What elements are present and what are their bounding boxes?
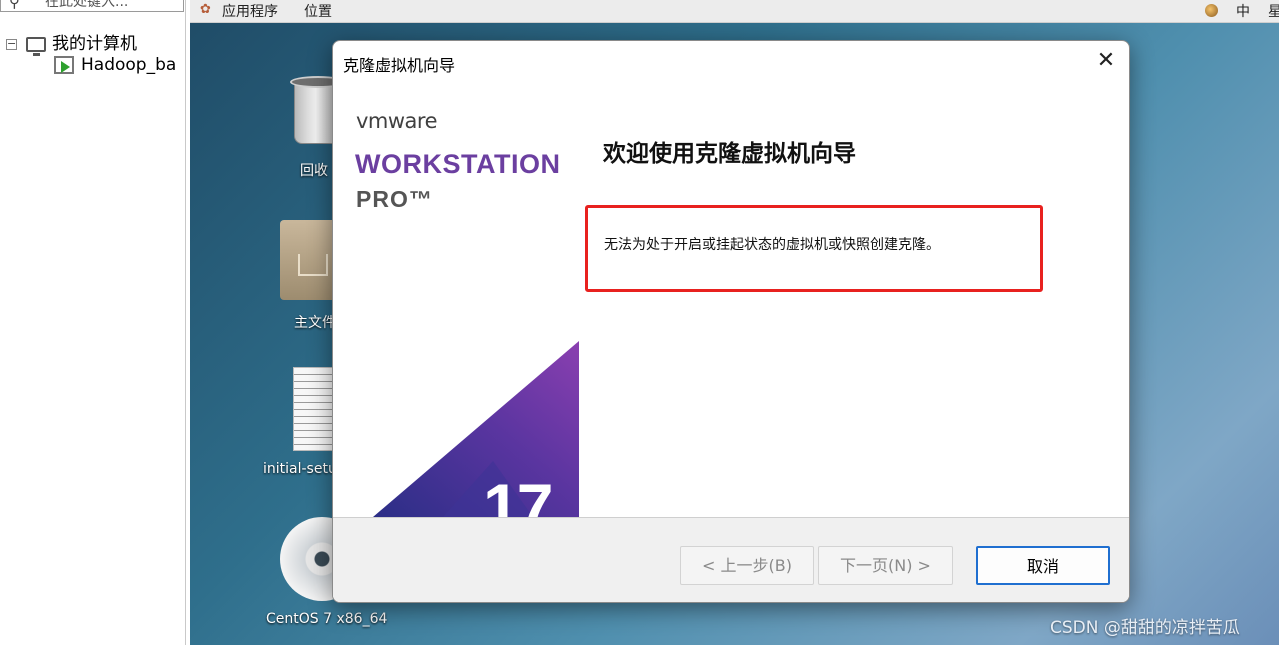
chevron-down-icon[interactable]: ▾ [172,0,177,2]
tree-item-label: Hadoop_ba [81,55,177,75]
error-message: 无法为处于开启或挂起状态的虚拟机或快照创建克隆。 [604,237,940,253]
wizard-heading: 欢迎使用克隆虚拟机向导 [603,140,856,167]
collapse-icon[interactable]: − [6,38,17,50]
search-icon: ⚲ [9,0,20,11]
product-name: WORKSTATION [355,149,561,179]
highlighted-message-box: 无法为处于开启或挂起状态的虚拟机或快照创建克隆。 [585,205,1043,292]
document-icon [293,367,337,451]
desktop-icon-label: 主文件 [294,315,336,331]
library-search-input[interactable]: ⚲ 在此处键入... ▾ [0,0,184,12]
vmware-logo: vmware [356,109,438,133]
dialog-titlebar[interactable]: 克隆虚拟机向导 ✕ [333,41,1129,83]
back-button[interactable]: < 上一步(B) [680,546,814,585]
brand-panel: vmware WORKSTATION PRO™ 17 [333,83,579,517]
tree-item-label: 我的计算机 [52,34,137,54]
input-method-indicator[interactable]: 中 [1236,1,1250,21]
library-search-placeholder: 在此处键入... [45,0,129,10]
desktop-icon-label: CentOS 7 x86_64 [266,611,388,627]
cancel-button[interactable]: 取消 [976,546,1110,585]
tree-item-my-computer[interactable]: − 我的计算机 [6,29,137,56]
running-vm-icon [54,56,74,74]
applications-menu[interactable]: 应用程序 [222,1,278,21]
tray-icon[interactable] [1205,4,1218,17]
desktop-icon-label: initial-setu [263,461,337,477]
close-icon[interactable]: ✕ [1090,47,1122,77]
home-folder-icon [280,220,340,300]
clock-label[interactable]: 星 [1268,1,1279,21]
tree-item-vm[interactable]: Hadoop_ba [54,55,181,75]
next-button[interactable]: 下一页(N) > [818,546,953,585]
clone-vm-wizard-dialog: 克隆虚拟机向导 ✕ vmware WORKSTATION PRO™ 17 欢迎使… [332,40,1130,603]
product-version: 17 [483,470,553,517]
applications-icon[interactable]: ✿ [200,2,211,17]
places-menu[interactable]: 位置 [304,1,332,21]
guest-top-panel: ✿ 应用程序 位置 中 星 [190,0,1279,23]
dialog-footer: < 上一步(B) 下一页(N) > 取消 [333,517,1129,602]
library-sidebar: ⚲ 在此处键入... ▾ − 我的计算机 Hadoop_ba [0,0,186,645]
desktop-icon-label: 回收 [300,163,328,179]
dialog-title: 克隆虚拟机向导 [343,56,456,75]
computer-icon [26,36,46,56]
watermark: CSDN @甜甜的凉拌苦瓜 [1050,618,1240,638]
product-edition: PRO™ [356,186,433,212]
